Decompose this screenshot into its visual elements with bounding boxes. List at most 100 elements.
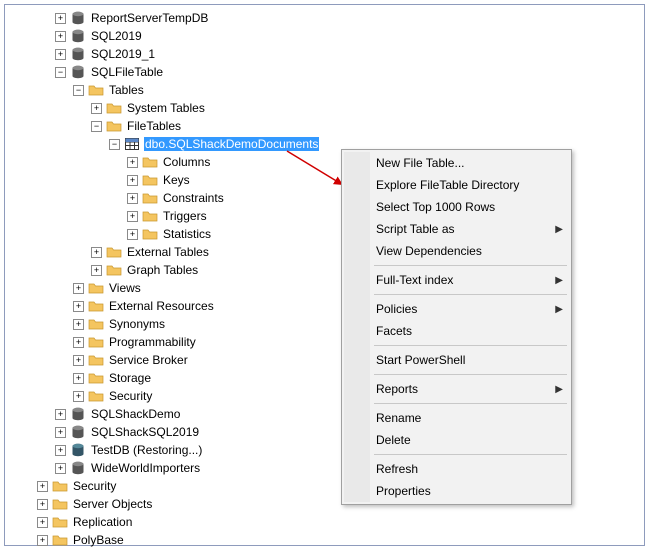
expand-toggle[interactable]: + (127, 175, 138, 186)
db-icon (70, 64, 86, 80)
folder-icon (52, 478, 68, 494)
tree-node-label[interactable]: Statistics (162, 227, 212, 241)
folder-icon (106, 100, 122, 116)
tree-node[interactable]: + ReportServerTempDB (21, 9, 631, 27)
menu-item[interactable]: Delete (344, 429, 569, 451)
expand-toggle[interactable]: + (127, 193, 138, 204)
tree-node-label[interactable]: SQLFileTable (90, 65, 164, 79)
collapse-toggle[interactable]: − (109, 139, 120, 150)
menu-item[interactable]: Refresh (344, 458, 569, 480)
tree-node[interactable]: + PolyBase (21, 531, 631, 549)
tree-node-label[interactable]: Graph Tables (126, 263, 199, 277)
db-icon (70, 406, 86, 422)
tree-node-label[interactable]: Columns (162, 155, 211, 169)
expand-toggle[interactable]: + (73, 283, 84, 294)
tree-node-label[interactable]: Replication (72, 515, 133, 529)
tree-node-label[interactable]: Keys (162, 173, 191, 187)
menu-item[interactable]: Explore FileTable Directory (344, 174, 569, 196)
tree-node-label[interactable]: SQL2019_1 (90, 47, 156, 61)
tree-node[interactable]: + SQL2019 (21, 27, 631, 45)
tree-node-label[interactable]: External Resources (108, 299, 215, 313)
menu-item[interactable]: Start PowerShell (344, 349, 569, 371)
tree-node-label[interactable]: dbo.SQLShackDemoDocuments (144, 137, 319, 151)
tree-node-label[interactable]: SQLShackDemo (90, 407, 181, 421)
expand-toggle[interactable]: + (37, 499, 48, 510)
tree-node-label[interactable]: TestDB (Restoring...) (90, 443, 203, 457)
folder-icon (88, 334, 104, 350)
menu-item[interactable]: Properties (344, 480, 569, 502)
expand-toggle[interactable]: + (55, 427, 66, 438)
folder-icon (142, 172, 158, 188)
expand-toggle[interactable]: + (73, 301, 84, 312)
expand-toggle[interactable]: + (55, 463, 66, 474)
expand-toggle[interactable]: + (55, 13, 66, 24)
expand-toggle[interactable]: + (37, 535, 48, 546)
tree-node[interactable]: + Replication (21, 513, 631, 531)
menu-item[interactable]: Rename (344, 407, 569, 429)
expand-toggle[interactable]: + (37, 481, 48, 492)
tree-node-label[interactable]: Storage (108, 371, 152, 385)
tree-node-label[interactable]: PolyBase (72, 533, 125, 547)
tree-node-label[interactable]: SQLShackSQL2019 (90, 425, 200, 439)
menu-item[interactable]: Full-Text index▶ (344, 269, 569, 291)
tree-node-label[interactable]: Synonyms (108, 317, 166, 331)
expand-toggle[interactable]: + (127, 229, 138, 240)
menu-item-label: Select Top 1000 Rows (376, 200, 495, 214)
collapse-toggle[interactable]: − (73, 85, 84, 96)
tree-node[interactable]: + SQL2019_1 (21, 45, 631, 63)
expand-toggle[interactable]: + (73, 373, 84, 384)
tree-node-label[interactable]: Views (108, 281, 142, 295)
menu-item[interactable]: Select Top 1000 Rows (344, 196, 569, 218)
expand-toggle[interactable]: + (37, 517, 48, 528)
expand-toggle[interactable]: + (127, 211, 138, 222)
tree-node[interactable]: − SQLFileTable (21, 63, 631, 81)
tree-node-label[interactable]: System Tables (126, 101, 206, 115)
collapse-toggle[interactable]: − (91, 121, 102, 132)
tree-node-label[interactable]: Tables (108, 83, 145, 97)
tree-node-label[interactable]: WideWorldImporters (90, 461, 201, 475)
tree-node-label[interactable]: Security (108, 389, 153, 403)
db-icon (70, 10, 86, 26)
expand-toggle[interactable]: + (91, 265, 102, 276)
folder-icon (88, 82, 104, 98)
expand-toggle[interactable]: + (55, 409, 66, 420)
expand-toggle[interactable]: + (91, 247, 102, 258)
expand-toggle[interactable]: + (127, 157, 138, 168)
menu-item-label: New File Table... (376, 156, 464, 170)
tree-node-label[interactable]: Security (72, 479, 117, 493)
expand-toggle[interactable]: + (73, 391, 84, 402)
table-icon (124, 136, 140, 152)
tree-node-label[interactable]: SQL2019 (90, 29, 143, 43)
expand-toggle[interactable]: + (73, 319, 84, 330)
expand-toggle[interactable]: + (91, 103, 102, 114)
menu-item[interactable]: Facets (344, 320, 569, 342)
context-menu[interactable]: New File Table... Explore FileTable Direc… (341, 149, 572, 505)
db-restore-icon (70, 442, 86, 458)
menu-separator (374, 345, 567, 346)
tree-node-label[interactable]: Triggers (162, 209, 208, 223)
tree-node-label[interactable]: Server Objects (72, 497, 153, 511)
tree-node-label[interactable]: Constraints (162, 191, 225, 205)
expand-toggle[interactable]: + (73, 355, 84, 366)
tree-node-label[interactable]: External Tables (126, 245, 210, 259)
tree-node-label[interactable]: Programmability (108, 335, 197, 349)
expand-toggle[interactable]: + (55, 31, 66, 42)
menu-item[interactable]: New File Table... (344, 152, 569, 174)
tree-node-label[interactable]: Service Broker (108, 353, 189, 367)
expand-toggle[interactable]: + (55, 445, 66, 456)
tree-node-label[interactable]: ReportServerTempDB (90, 11, 209, 25)
folder-icon (106, 244, 122, 260)
tree-node[interactable]: − FileTables (21, 117, 631, 135)
folder-icon (142, 208, 158, 224)
menu-item[interactable]: View Dependencies (344, 240, 569, 262)
expand-toggle[interactable]: + (73, 337, 84, 348)
tree-node[interactable]: − Tables (21, 81, 631, 99)
menu-item-label: Properties (376, 484, 431, 498)
menu-item[interactable]: Script Table as▶ (344, 218, 569, 240)
tree-node-label[interactable]: FileTables (126, 119, 182, 133)
menu-item[interactable]: Policies▶ (344, 298, 569, 320)
collapse-toggle[interactable]: − (55, 67, 66, 78)
menu-item[interactable]: Reports▶ (344, 378, 569, 400)
tree-node[interactable]: + System Tables (21, 99, 631, 117)
expand-toggle[interactable]: + (55, 49, 66, 60)
